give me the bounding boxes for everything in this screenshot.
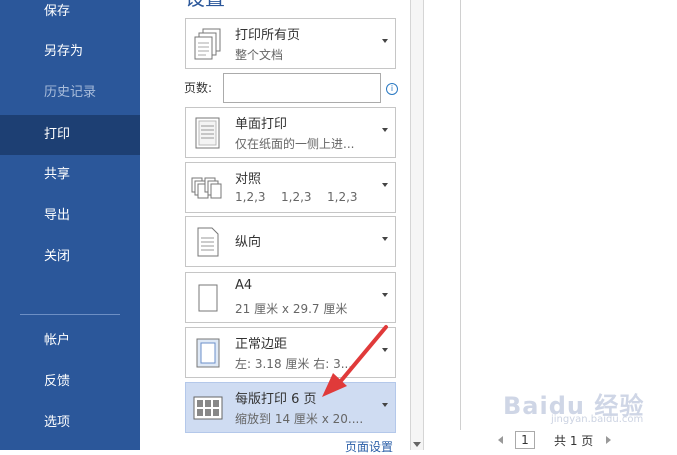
annotation-arrow-icon (322, 325, 388, 397)
